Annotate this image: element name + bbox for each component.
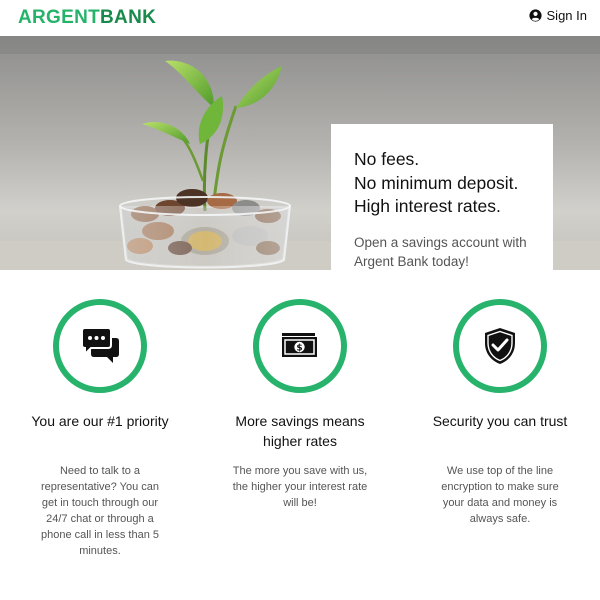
security-shield-icon	[485, 328, 515, 364]
feature-icon-ring	[453, 299, 547, 393]
feature-icon-ring	[53, 299, 147, 393]
feature-description: The more you save with us, the higher yo…	[232, 465, 368, 509]
sign-in-label: Sign In	[546, 8, 587, 23]
chat-icon	[81, 328, 119, 363]
svg-text:$: $	[296, 344, 302, 354]
hero-banner: No fees. No minimum deposit. High intere…	[0, 36, 600, 270]
feature-title: You are our #1 priority	[31, 413, 169, 429]
promo-headline-line: No fees.	[354, 149, 420, 169]
feature-title: Security you can trust	[432, 413, 568, 429]
promo-headline-line: High interest rates.	[354, 196, 501, 216]
feature-description: We use top of the line encryption to mak…	[441, 465, 559, 525]
sign-in-link[interactable]: Sign In	[528, 8, 587, 23]
argent-bank-logo[interactable]: ARGENTBANK	[18, 7, 156, 29]
feature-title: More savings means higher rates	[235, 413, 365, 449]
promo-headline-line: No minimum deposit.	[354, 172, 519, 193]
promo-subtext: Open a savings account with Argent Bank …	[354, 234, 527, 269]
logo-text-argent: ARGENT	[18, 7, 101, 28]
site-header: ARGENTBANK Sign In	[0, 0, 600, 36]
logo-text-bank: BANK	[100, 7, 157, 28]
money-icon: $	[282, 333, 317, 357]
promo-headline: No fees. No minimum deposit. High intere…	[354, 148, 535, 219]
feature-icon-ring: $	[253, 299, 347, 393]
feature-description: Need to talk to a representative? You ca…	[40, 465, 160, 557]
user-circle-icon	[528, 9, 542, 22]
promo-card: No fees. No minimum deposit. High intere…	[331, 124, 553, 270]
features-section: You are our #1 priority Need to talk to …	[0, 270, 600, 600]
